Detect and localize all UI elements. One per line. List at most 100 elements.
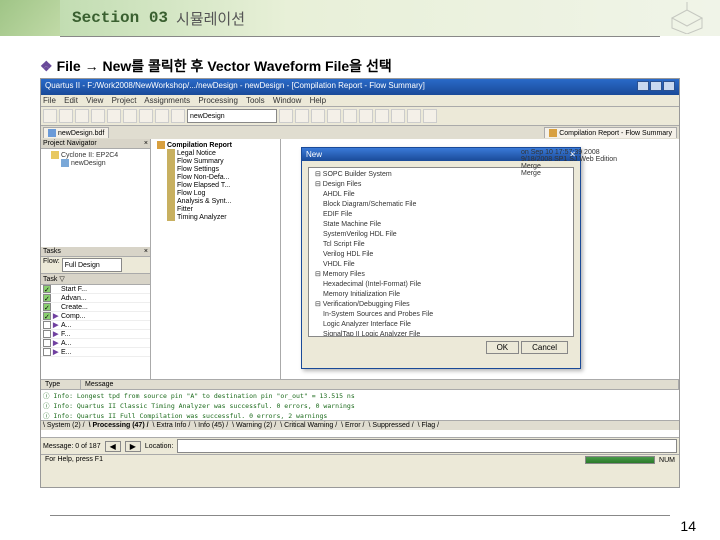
app-titlebar[interactable]: Quartus II - F:/Work2008/NewWorkshop/...… (41, 79, 679, 95)
tool-icon-7[interactable] (407, 109, 421, 123)
report-tree-pane[interactable]: Compilation Report Legal NoticeFlow Summ… (151, 139, 281, 379)
message-tab[interactable]: \ Error / (341, 422, 364, 429)
close-pane-icon[interactable]: × (144, 140, 148, 147)
message-tab[interactable]: \ Info (45) / (194, 422, 228, 429)
report-item[interactable]: Flow Elapsed T... (153, 181, 278, 189)
tool-icon-2[interactable] (295, 109, 309, 123)
task-row[interactable]: ▶E... (41, 348, 150, 357)
message-tab[interactable]: \ Flag / (418, 422, 439, 429)
cut-icon[interactable] (107, 109, 121, 123)
expand-icon[interactable]: ▶ (53, 312, 61, 320)
task-row[interactable]: ▶A... (41, 339, 150, 348)
window-controls[interactable] (636, 81, 675, 93)
file-type-item[interactable]: In-System Sources and Probes File (311, 310, 571, 320)
menu-project[interactable]: Project (112, 96, 137, 105)
next-msg-button[interactable]: ▶ (125, 441, 141, 452)
expand-icon[interactable]: ▶ (53, 348, 61, 356)
redo-icon[interactable] (171, 109, 185, 123)
menubar[interactable]: File Edit View Project Assignments Proce… (41, 95, 679, 107)
expand-icon[interactable]: ▶ (53, 321, 61, 329)
menu-window[interactable]: Window (273, 96, 301, 105)
tab-bdf[interactable]: newDesign.bdf (43, 127, 109, 138)
file-type-item[interactable]: Verilog HDL File (311, 250, 571, 260)
stop-icon[interactable] (343, 109, 357, 123)
report-item[interactable]: Fitter (153, 205, 278, 213)
message-row[interactable]: ⓘ Info: Longest tpd from source pin "A" … (41, 390, 679, 400)
tool-icon-4[interactable] (359, 109, 373, 123)
file-type-item[interactable]: Logic Analyzer Interface File (311, 320, 571, 330)
report-item[interactable]: Legal Notice (153, 149, 278, 157)
file-type-item[interactable]: Hexadecimal (Intel-Format) File (311, 280, 571, 290)
file-type-item[interactable]: VHDL File (311, 260, 571, 270)
file-category[interactable]: ⊟ Verification/Debugging Files (311, 300, 571, 310)
tasks-list[interactable]: ✓Start F...✓Advan...✓Create...✓▶Comp...▶… (41, 285, 150, 379)
device-node[interactable]: Cyclone II: EP2C4 (61, 152, 118, 159)
col-type[interactable]: Type (41, 380, 81, 389)
print-icon[interactable] (91, 109, 105, 123)
entity-node[interactable]: newDesign (71, 160, 106, 167)
save-icon[interactable] (75, 109, 89, 123)
ok-button[interactable]: OK (486, 341, 520, 354)
message-tab[interactable]: \ Processing (47) / (89, 422, 149, 429)
task-row[interactable]: ✓▶Comp... (41, 312, 150, 321)
menu-file[interactable]: File (43, 96, 56, 105)
menu-tools[interactable]: Tools (246, 96, 265, 105)
paste-icon[interactable] (139, 109, 153, 123)
file-type-item[interactable]: SignalTap II Logic Analyzer File (311, 330, 571, 337)
task-row[interactable]: ▶A... (41, 321, 150, 330)
copy-icon[interactable] (123, 109, 137, 123)
tool-icon-6[interactable] (391, 109, 405, 123)
tasks-col-header[interactable]: Task ▽ (41, 273, 150, 285)
close-tasks-icon[interactable]: × (144, 248, 148, 255)
report-item[interactable]: Timing Analyzer (153, 213, 278, 221)
cancel-button[interactable]: Cancel (521, 341, 568, 354)
messages-rows[interactable]: ⓘ Info: Longest tpd from source pin "A" … (41, 390, 679, 420)
undo-icon[interactable] (155, 109, 169, 123)
file-type-item[interactable]: EDIF File (311, 210, 571, 220)
task-row[interactable]: ▶F... (41, 330, 150, 339)
task-row[interactable]: ✓Advan... (41, 294, 150, 303)
project-combo[interactable]: newDesign (187, 109, 277, 123)
tool-icon-1[interactable] (279, 109, 293, 123)
report-item[interactable]: Flow Settings (153, 165, 278, 173)
message-tab[interactable]: \ Suppressed / (369, 422, 414, 429)
file-type-item[interactable]: Block Diagram/Schematic File (311, 200, 571, 210)
message-row[interactable]: ⓘ Info: Quartus II Classic Timing Analyz… (41, 400, 679, 410)
tool-icon-5[interactable] (375, 109, 389, 123)
task-row[interactable]: ✓Create... (41, 303, 150, 312)
report-item[interactable]: Flow Summary (153, 157, 278, 165)
report-root[interactable]: Compilation Report (167, 142, 232, 149)
message-row[interactable]: ⓘ Info: Quartus II Full Compilation was … (41, 410, 679, 420)
expand-icon[interactable]: ▶ (53, 330, 61, 338)
menu-assignments[interactable]: Assignments (144, 96, 190, 105)
compile-icon[interactable] (327, 109, 341, 123)
report-item[interactable]: Analysis & Synt... (153, 197, 278, 205)
file-type-item[interactable]: AHDL File (311, 190, 571, 200)
menu-processing[interactable]: Processing (198, 96, 238, 105)
menu-view[interactable]: View (86, 96, 103, 105)
message-tab[interactable]: \ System (2) / (43, 422, 85, 429)
expand-icon[interactable]: ▶ (53, 339, 61, 347)
open-icon[interactable] (59, 109, 73, 123)
project-nav-tree[interactable]: Cyclone II: EP2C4 newDesign (41, 149, 150, 247)
close-icon[interactable] (663, 81, 675, 91)
maximize-icon[interactable] (650, 81, 662, 91)
file-type-list[interactable]: ⊟ SOPC Builder System⊟ Design FilesAHDL … (308, 167, 574, 337)
file-type-item[interactable]: State Machine File (311, 220, 571, 230)
tool-icon-3[interactable] (311, 109, 325, 123)
col-message[interactable]: Message (81, 380, 679, 389)
message-tabs[interactable]: \ System (2) /\ Processing (47) /\ Extra… (41, 420, 679, 430)
minimize-icon[interactable] (637, 81, 649, 91)
tool-icon-8[interactable] (423, 109, 437, 123)
flow-combo[interactable]: Full Design (62, 258, 122, 272)
file-category[interactable]: ⊟ Memory Files (311, 270, 571, 280)
message-tab[interactable]: \ Warning (2) / (232, 422, 276, 429)
new-icon[interactable] (43, 109, 57, 123)
file-type-item[interactable]: Tcl Script File (311, 240, 571, 250)
message-tab[interactable]: \ Critical Warning / (280, 422, 337, 429)
file-type-item[interactable]: SystemVerilog HDL File (311, 230, 571, 240)
prev-msg-button[interactable]: ◀ (105, 441, 121, 452)
report-item[interactable]: Flow Log (153, 189, 278, 197)
tab-report[interactable]: Compilation Report - Flow Summary (544, 127, 677, 138)
location-field[interactable] (177, 439, 677, 453)
